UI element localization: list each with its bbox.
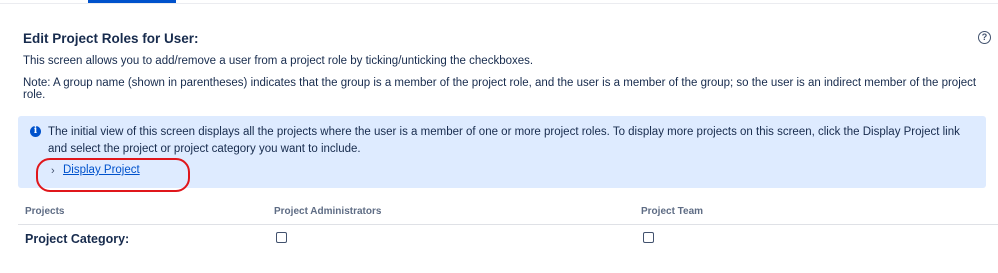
column-header-project-administrators: Project Administrators: [274, 206, 382, 217]
column-header-projects: Projects: [25, 206, 65, 217]
project-administrators-checkbox[interactable]: [276, 232, 287, 243]
help-icon[interactable]: ?: [978, 31, 991, 44]
project-team-checkbox[interactable]: [643, 232, 654, 243]
page-description: This screen allows you to add/remove a u…: [23, 55, 534, 67]
info-icon: i: [30, 126, 41, 137]
info-message: The initial view of this screen displays…: [48, 126, 960, 155]
project-category-label: Project Category:: [25, 232, 130, 246]
page-note: Note: A group name (shown in parentheses…: [23, 77, 977, 101]
highlight-annotation: [36, 158, 190, 192]
column-header-project-team: Project Team: [641, 206, 704, 217]
table-divider: [18, 224, 998, 225]
page-title: Edit Project Roles for User:: [23, 31, 199, 46]
top-divider: [0, 3, 998, 4]
